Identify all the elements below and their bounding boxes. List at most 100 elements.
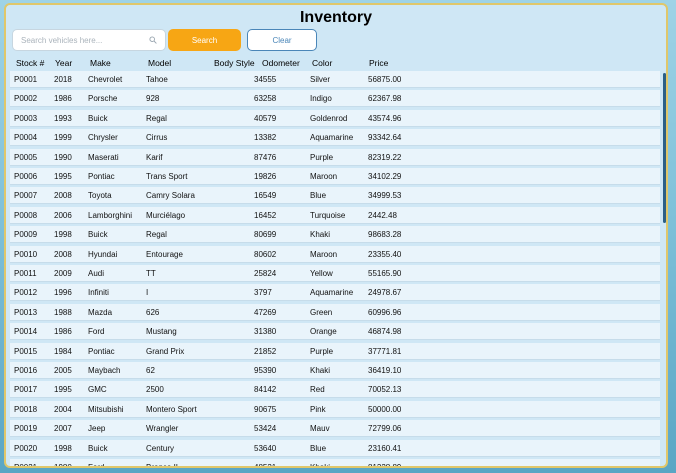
table-row[interactable]: P0016 2005 Maybach 62 95390 Khaki 36419.10 bbox=[10, 362, 660, 379]
table-row[interactable]: P0005 1990 Maserati Karif 87476 Purple 82319.2… bbox=[10, 148, 660, 166]
table-header: Stock # Year Make Model Body Style Odome… bbox=[6, 55, 666, 71]
cell-odometer: 63258 bbox=[254, 94, 277, 104]
table-row[interactable]: P0001 2018 Chevrolet Tahoe 34555 Silver 56875.… bbox=[10, 71, 660, 88]
cell-color: Silver bbox=[310, 75, 331, 84]
cell-year: 1984 bbox=[54, 346, 72, 356]
cell-color: Indigo bbox=[310, 94, 332, 104]
cell-year: 2007 bbox=[54, 424, 72, 434]
cell-stock: P0021 bbox=[14, 463, 38, 468]
cell-model: 626 bbox=[146, 307, 160, 317]
cell-year: 1990 bbox=[54, 152, 72, 162]
table-row[interactable]: P0011 2009 Audi TT 25824 Yellow 55165.90 bbox=[10, 265, 660, 282]
cell-year: 1986 bbox=[54, 327, 72, 337]
cell-price: 36419.10 bbox=[368, 366, 402, 375]
cell-price: 2442.48 bbox=[368, 210, 397, 220]
cell-make: Infiniti bbox=[88, 288, 109, 298]
cell-make: Maybach bbox=[88, 366, 121, 375]
page-title: Inventory bbox=[299, 9, 372, 26]
column-header-make[interactable]: Make bbox=[90, 58, 111, 68]
cell-price: 37771.81 bbox=[368, 346, 402, 356]
table-row[interactable]: P0002 1986 Porsche 928 63258 Indigo 62367.98 bbox=[10, 90, 660, 108]
cell-color: Blue bbox=[310, 191, 327, 201]
scrollbar[interactable] bbox=[663, 73, 666, 223]
cell-model: Wrangler bbox=[146, 424, 179, 434]
cell-price: 60996.96 bbox=[368, 307, 402, 317]
cell-year: 1988 bbox=[54, 307, 72, 317]
cell-stock: P0019 bbox=[14, 424, 38, 434]
table-row[interactable]: P0006 1995 Pontiac Trans Sport 19826 Maroon 34… bbox=[10, 168, 660, 185]
table-body[interactable]: P0001 2018 Chevrolet Tahoe 34555 Silver 56875.… bbox=[10, 71, 660, 468]
cell-model: Murciélago bbox=[146, 210, 186, 220]
table-row[interactable]: P0003 1993 Buick Regal 40579 Goldenrod 43574.9… bbox=[10, 109, 660, 127]
table-row[interactable]: P0015 1984 Pontiac Grand Prix 21852 Purple 377… bbox=[10, 342, 660, 360]
cell-year: 1995 bbox=[54, 172, 72, 181]
cell-make: Audi bbox=[88, 269, 105, 278]
cell-year: 1993 bbox=[54, 113, 72, 123]
cell-color: Purple bbox=[310, 152, 334, 162]
cell-color: Aquamarine bbox=[310, 288, 354, 298]
cell-odometer: 47269 bbox=[254, 307, 277, 317]
table-row[interactable]: P0019 2007 Jeep Wrangler 53424 Mauv 72799.06 bbox=[10, 420, 660, 438]
table-row[interactable]: P0020 1998 Buick Century 53640 Blue 23160.41 bbox=[10, 439, 660, 457]
clear-button[interactable]: Clear bbox=[247, 29, 317, 51]
cell-price: 23355.40 bbox=[368, 249, 402, 259]
cell-make: Toyota bbox=[88, 191, 112, 201]
table-row[interactable]: P0004 1999 Chrysler Cirrus 13382 Aquamarine 93… bbox=[10, 129, 660, 147]
search-button[interactable]: Search bbox=[168, 29, 241, 51]
column-header-price[interactable]: Price bbox=[369, 58, 388, 68]
search-box[interactable] bbox=[12, 29, 166, 51]
cell-odometer: 84142 bbox=[254, 385, 277, 395]
cell-stock: P0012 bbox=[14, 288, 38, 298]
table-row[interactable]: P0021 1980 Ford Bronco II 48521 Khaki 81228.89 bbox=[10, 459, 660, 468]
cell-color: Turquoise bbox=[310, 210, 346, 220]
cell-make: Buick bbox=[88, 443, 108, 453]
cell-year: 1986 bbox=[54, 94, 72, 104]
table-row[interactable]: P0008 2006 Lamborghini Murciélago 16452 Turqu… bbox=[10, 206, 660, 224]
search-input[interactable] bbox=[21, 35, 143, 45]
table-row[interactable]: P0007 2008 Toyota Camry Solara 16549 Blue 3499… bbox=[10, 187, 660, 205]
cell-model: Cirrus bbox=[146, 133, 168, 143]
table-row[interactable]: P0009 1998 Buick Regal 80699 Khaki 98683.28 bbox=[10, 226, 660, 244]
cell-price: 81228.89 bbox=[368, 463, 402, 468]
cell-odometer: 53424 bbox=[254, 424, 277, 434]
cell-model: 2500 bbox=[146, 385, 164, 395]
cell-make: Buick bbox=[88, 113, 108, 123]
cell-make: Porsche bbox=[88, 94, 118, 104]
cell-odometer: 48521 bbox=[254, 463, 277, 468]
cell-price: 43574.96 bbox=[368, 113, 402, 123]
table-row[interactable]: P0012 1996 Infiniti I 3797 Aquamarine 24978.67 bbox=[10, 284, 660, 302]
table-row[interactable]: P0010 2008 Hyundai Entourage 80602 Maroon 2335… bbox=[10, 245, 660, 263]
column-header-odometer[interactable]: Odometer bbox=[262, 58, 300, 68]
table-row[interactable]: P0014 1986 Ford Mustang 31380 Orange 46874.98 bbox=[10, 323, 660, 341]
cell-make: Chevrolet bbox=[88, 75, 123, 84]
table-row[interactable]: P0013 1988 Mazda 626 47269 Green 60996.96 bbox=[10, 303, 660, 321]
cell-odometer: 95390 bbox=[254, 366, 277, 375]
cell-stock: P0011 bbox=[14, 269, 37, 278]
column-header-body-style[interactable]: Body Style bbox=[214, 58, 255, 68]
column-header-year[interactable]: Year bbox=[55, 58, 72, 68]
cell-stock: P0013 bbox=[14, 307, 38, 317]
cell-odometer: 87476 bbox=[254, 152, 277, 162]
cell-color: Mauv bbox=[310, 424, 330, 434]
cell-year: 2005 bbox=[54, 366, 72, 375]
cell-odometer: 16549 bbox=[254, 191, 277, 201]
cell-model: Tahoe bbox=[146, 75, 168, 84]
cell-odometer: 34555 bbox=[254, 75, 277, 84]
cell-price: 70052.13 bbox=[368, 385, 402, 395]
column-header-color[interactable]: Color bbox=[312, 58, 332, 68]
column-header-stock[interactable]: Stock # bbox=[16, 58, 44, 68]
table-row[interactable]: P0017 1995 GMC 2500 84142 Red 70052.13 bbox=[10, 381, 660, 399]
cell-make: Buick bbox=[88, 230, 108, 240]
cell-model: Trans Sport bbox=[146, 172, 188, 181]
column-header-model[interactable]: Model bbox=[148, 58, 171, 68]
table-row[interactable]: P0018 2004 Mitsubishi Montero Sport 90675 Pin… bbox=[10, 400, 660, 418]
cell-year: 2008 bbox=[54, 191, 72, 201]
cell-price: 23160.41 bbox=[368, 443, 402, 453]
cell-stock: P0005 bbox=[14, 152, 38, 162]
cell-model: Century bbox=[146, 443, 175, 453]
cell-color: Purple bbox=[310, 346, 334, 356]
cell-odometer: 21852 bbox=[254, 346, 277, 356]
cell-year: 1998 bbox=[54, 443, 72, 453]
cell-model: Montero Sport bbox=[146, 404, 197, 414]
cell-color: Maroon bbox=[310, 249, 338, 259]
